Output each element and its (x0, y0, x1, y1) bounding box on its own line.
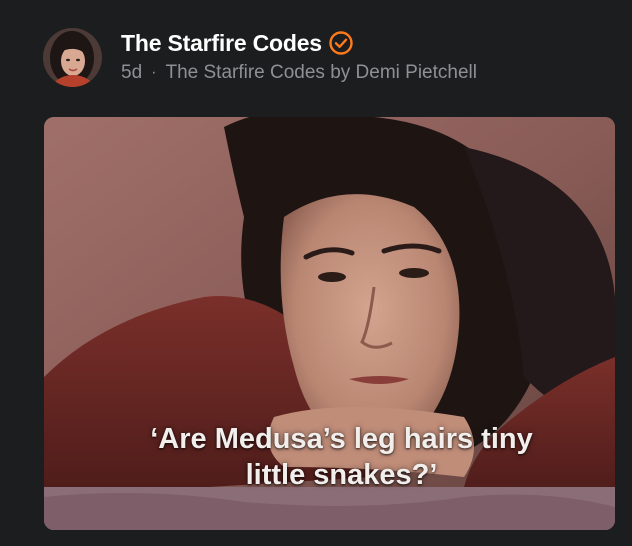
post-header: The Starfire Codes 5d · The Starfire Cod… (43, 27, 477, 87)
verified-badge-icon (328, 30, 354, 56)
author-avatar[interactable] (43, 27, 102, 87)
post-age: 5d (121, 62, 143, 83)
post-subline: 5d · The Starfire Codes by Demi Pietchel… (121, 61, 477, 85)
meme-caption: ‘Are Medusa’s leg hairs tiny little snak… (44, 421, 615, 493)
separator-dot: · (151, 64, 157, 81)
post-card: The Starfire Codes 5d · The Starfire Cod… (0, 0, 632, 546)
caption-line-1: ‘Are Medusa’s leg hairs tiny (150, 423, 533, 455)
author-row: The Starfire Codes (121, 29, 477, 57)
avatar-woman-dark-hair-icon (43, 27, 102, 87)
author-name[interactable]: The Starfire Codes (121, 29, 322, 57)
post-image[interactable]: ‘Are Medusa’s leg hairs tiny little snak… (44, 117, 615, 530)
publication-link[interactable]: The Starfire Codes by Demi Pietchell (165, 61, 477, 85)
caption-line-2: little snakes?’ (245, 459, 438, 491)
post-meta: The Starfire Codes 5d · The Starfire Cod… (121, 29, 477, 85)
